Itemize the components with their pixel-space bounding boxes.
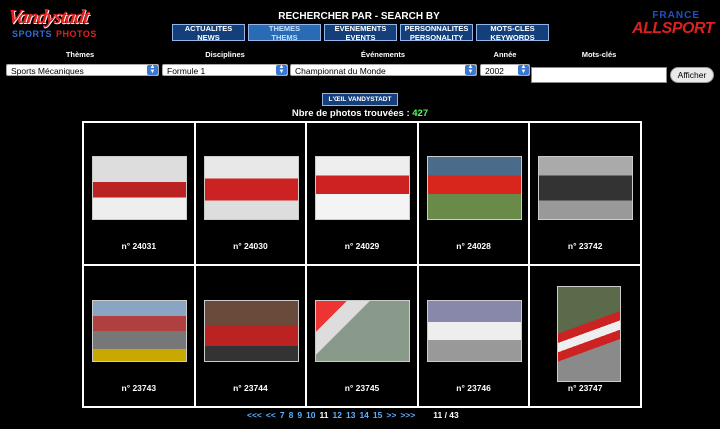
keywords-button[interactable]: MOTS-CLES KEYWORDS (476, 24, 549, 41)
photo-thumbnail[interactable] (426, 299, 522, 362)
photo-caption: n° 24028 (456, 240, 491, 251)
pager-first-link[interactable]: <<< (247, 410, 262, 420)
photo-cell[interactable]: n° 23747 (529, 264, 641, 407)
pager-total: 11 / 43 (433, 410, 459, 420)
photo-caption: n° 23746 (456, 383, 491, 393)
photo-cell[interactable]: n° 23743 (83, 264, 195, 407)
photo-thumbnail[interactable] (315, 299, 411, 362)
photo-thumbnail[interactable] (92, 156, 187, 220)
photo-thumbnail[interactable] (203, 156, 299, 220)
search-by-title: RECHERCHER PAR - SEARCH BY (278, 11, 440, 22)
keywords-label: Mots-clés (581, 50, 617, 59)
select-arrows-icon: ▲ ▼ (465, 64, 476, 75)
photo-caption: n° 24029 (344, 240, 380, 251)
search-by-buttons: ACTUALITES NEWS THEMES THEMS EVENEMENTS EVE… (172, 24, 549, 41)
year-select[interactable]: 2002 ▲ ▼ (480, 64, 530, 76)
oeil-vandystadt-button[interactable]: L'ŒIL VANDYSTADT (322, 93, 398, 106)
disciplines-label: Disciplines (205, 50, 245, 59)
events-button[interactable]: EVENEMENTS EVENTS (324, 24, 397, 41)
select-arrows-icon: ▲ ▼ (276, 64, 287, 75)
pager-last-link[interactable]: >>> (400, 410, 415, 420)
pager-prev-link[interactable]: << (266, 410, 276, 420)
photo-caption: n° 23745 (344, 383, 380, 393)
pager-page-link[interactable]: 14 (359, 410, 368, 420)
afficher-button[interactable]: Afficher (670, 67, 714, 83)
france-allsport-logo[interactable]: FRANCE ALLSPORT (618, 10, 714, 40)
photo-cell[interactable]: n° 24028 (417, 122, 530, 265)
pager-current-page: 11 (319, 410, 329, 420)
photo-thumbnail[interactable] (203, 299, 299, 362)
photo-cell[interactable]: n° 24031 (83, 122, 195, 265)
pager-page-link[interactable]: 13 (346, 410, 355, 420)
pagination: <<< << 7 8 9 10 11 12 13 14 15 >> >>> 11… (247, 410, 459, 420)
pager-next-link[interactable]: >> (386, 410, 396, 420)
year-label: Année (493, 50, 517, 59)
select-arrows-icon: ▲ ▼ (147, 64, 158, 75)
photo-thumbnail[interactable] (426, 156, 522, 220)
logo-subtitle: SPORTS PHOTOS (12, 29, 97, 39)
photo-thumbnail[interactable] (315, 156, 411, 220)
keywords-input[interactable] (531, 67, 667, 83)
photo-cell[interactable]: n° 23744 (194, 264, 307, 407)
photo-caption: n° 24031 (121, 240, 157, 251)
personality-button[interactable]: PERSONNALITES PERSONALITY (400, 24, 473, 41)
photo-count-value: 427 (412, 108, 429, 119)
pager-page-link[interactable]: 8 (289, 410, 294, 420)
photo-thumbnail[interactable] (92, 299, 187, 362)
pager-page-link[interactable]: 10 (306, 410, 315, 420)
photo-cell[interactable]: n° 24029 (306, 122, 418, 265)
logo-script: Vandystadt (6, 6, 90, 28)
photo-cell[interactable]: n° 24030 (194, 122, 307, 265)
pager-page-link[interactable]: 12 (333, 410, 342, 420)
disciplines-select[interactable]: Formule 1 ▲ ▼ (162, 64, 288, 76)
photo-grid: n° 24031 n° 24030 n° 24029 n° 24028 n° 2… (82, 121, 642, 408)
photo-count: Nbre de photos trouvées : 427 (291, 108, 429, 119)
photo-thumbnail[interactable] (538, 156, 634, 220)
select-arrows-icon: ▲ ▼ (518, 64, 529, 75)
themes-label: Thèmes (65, 50, 95, 59)
events-label: Événements (360, 50, 406, 59)
news-button[interactable]: ACTUALITES NEWS (172, 24, 245, 41)
pager-page-link[interactable]: 9 (297, 410, 302, 420)
vandystadt-logo[interactable]: Vandystadt SPORTS PHOTOS (6, 6, 97, 44)
themes-select[interactable]: Sports Mécaniques ▲ ▼ (6, 64, 159, 76)
photo-caption: n° 23744 (233, 383, 268, 393)
photo-cell[interactable]: n° 23745 (306, 264, 418, 407)
photo-caption: n° 23742 (567, 240, 603, 251)
photo-thumbnail[interactable] (557, 285, 622, 382)
pager-page-link[interactable]: 15 (373, 410, 382, 420)
photo-caption: n° 23747 (567, 383, 603, 393)
photo-caption: n° 24030 (233, 240, 268, 251)
pager-page-link[interactable]: 7 (280, 410, 285, 420)
events-select[interactable]: Championnat du Monde ▲ ▼ (290, 64, 477, 76)
photo-cell[interactable]: n° 23742 (529, 122, 641, 265)
photo-caption: n° 23743 (121, 383, 157, 393)
themes-button[interactable]: THEMES THEMS (248, 24, 321, 41)
photo-cell[interactable]: n° 23746 (417, 264, 530, 407)
